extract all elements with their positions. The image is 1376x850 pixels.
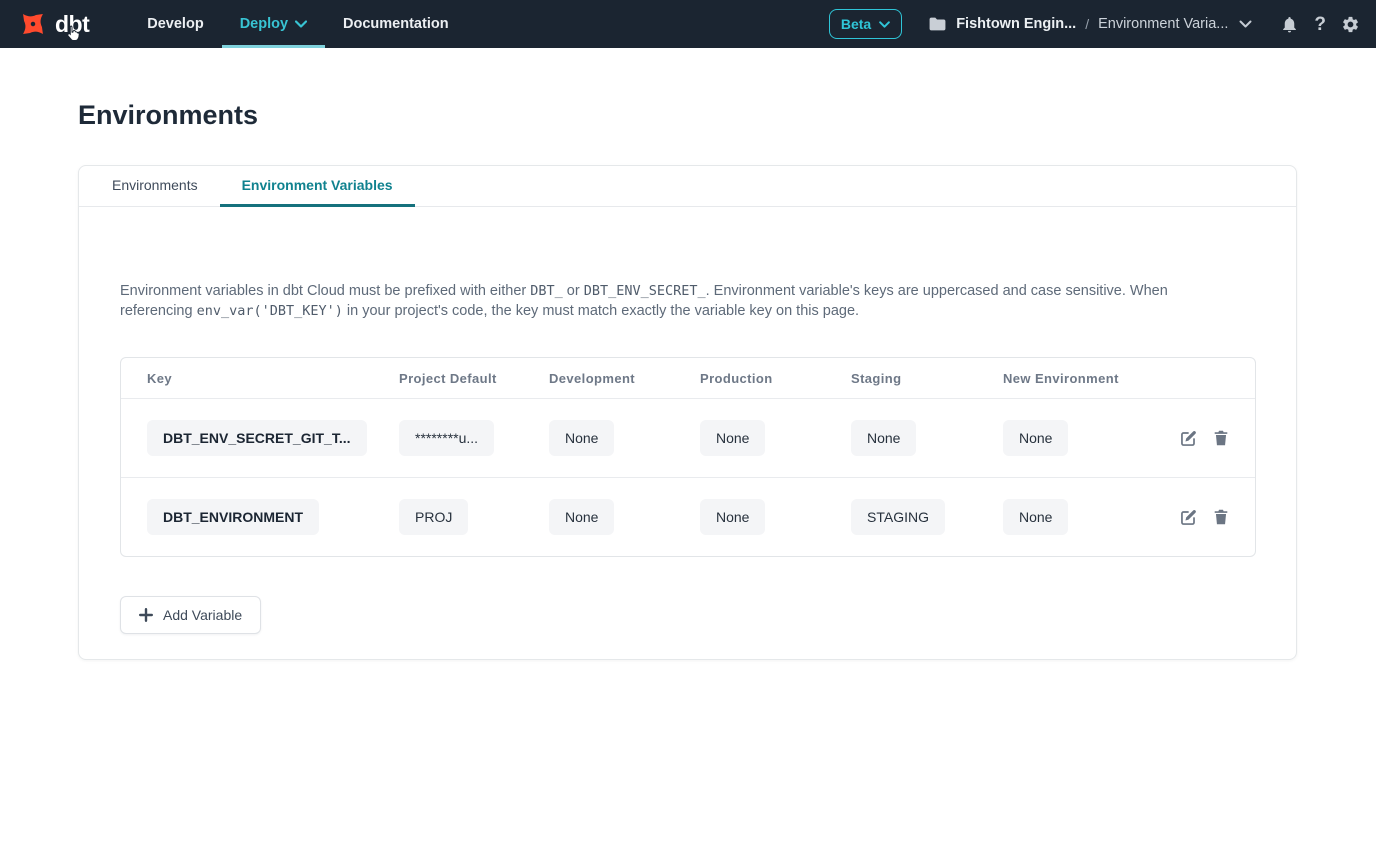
plus-icon bbox=[139, 608, 153, 622]
column-header-development: Development bbox=[523, 371, 674, 386]
column-header-key: Key bbox=[121, 371, 373, 386]
variable-key: DBT_ENV_SECRET_GIT_T... bbox=[147, 420, 367, 456]
add-variable-label: Add Variable bbox=[163, 607, 242, 623]
gear-icon[interactable] bbox=[1341, 15, 1360, 34]
variable-staging-value: None bbox=[851, 420, 916, 456]
chevron-down-icon[interactable] bbox=[1239, 20, 1252, 28]
environments-card: Environments Environment Variables Envir… bbox=[78, 165, 1297, 660]
nav-item-label: Deploy bbox=[240, 16, 288, 32]
breadcrumb-page[interactable]: Environment Varia... bbox=[1098, 16, 1228, 32]
add-variable-button[interactable]: Add Variable bbox=[120, 596, 261, 634]
beta-dropdown[interactable]: Beta bbox=[829, 9, 902, 39]
breadcrumb-project[interactable]: Fishtown Engin... bbox=[928, 16, 1076, 32]
variable-development-value: None bbox=[549, 499, 614, 535]
tab-environment-variables[interactable]: Environment Variables bbox=[220, 166, 415, 207]
column-header-new-environment: New Environment bbox=[977, 371, 1135, 386]
dbt-logo-icon bbox=[18, 9, 48, 39]
table-row: DBT_ENV_SECRET_GIT_T... ********u... Non… bbox=[121, 398, 1255, 477]
nav-item-develop[interactable]: Develop bbox=[129, 0, 221, 48]
dbt-logo[interactable]: dbt bbox=[18, 0, 89, 48]
delete-icon[interactable] bbox=[1212, 508, 1230, 526]
variable-production-value: None bbox=[700, 420, 765, 456]
breadcrumb-separator: / bbox=[1085, 16, 1089, 32]
variable-new-environment-value: None bbox=[1003, 499, 1068, 535]
table-header-row: Key Project Default Development Producti… bbox=[121, 358, 1255, 398]
variable-new-environment-value: None bbox=[1003, 420, 1068, 456]
table-row: DBT_ENVIRONMENT PROJ None None STAGING N… bbox=[121, 477, 1255, 556]
nav-item-label: Develop bbox=[147, 16, 203, 32]
tab-environments[interactable]: Environments bbox=[90, 166, 220, 207]
description-segment: in your project's code, the key must mat… bbox=[343, 303, 859, 319]
chevron-down-icon bbox=[295, 20, 307, 28]
column-header-production: Production bbox=[674, 371, 825, 386]
nav-item-label: Documentation bbox=[343, 16, 449, 32]
chevron-down-icon bbox=[879, 21, 890, 28]
edit-icon[interactable] bbox=[1179, 429, 1198, 448]
description-segment: Environment variables in dbt Cloud must … bbox=[120, 283, 530, 299]
beta-label: Beta bbox=[841, 16, 871, 32]
inline-code: DBT_ bbox=[530, 283, 563, 299]
delete-icon[interactable] bbox=[1212, 429, 1230, 447]
description-text: Environment variables in dbt Cloud must … bbox=[120, 281, 1180, 321]
brand-text: dbt bbox=[55, 11, 89, 38]
variable-development-value: None bbox=[549, 420, 614, 456]
edit-icon[interactable] bbox=[1179, 508, 1198, 527]
bell-icon[interactable] bbox=[1280, 15, 1299, 34]
tab-bar: Environments Environment Variables bbox=[79, 166, 1296, 207]
primary-nav: Develop Deploy Documentation bbox=[129, 0, 466, 48]
breadcrumb-project-label: Fishtown Engin... bbox=[956, 16, 1076, 32]
variable-staging-value: STAGING bbox=[851, 499, 945, 535]
page-title: Environments bbox=[78, 100, 1376, 131]
top-navbar: dbt Develop Deploy Documentation Beta bbox=[0, 0, 1376, 48]
nav-item-documentation[interactable]: Documentation bbox=[325, 0, 467, 48]
env-variables-table: Key Project Default Development Producti… bbox=[120, 357, 1256, 557]
tab-label: Environment Variables bbox=[242, 177, 393, 193]
tab-label: Environments bbox=[112, 177, 198, 193]
help-icon[interactable]: ? bbox=[1314, 15, 1326, 34]
nav-item-deploy[interactable]: Deploy bbox=[222, 0, 325, 48]
folder-icon bbox=[928, 16, 947, 32]
main-content: Environments Environments Environment Va… bbox=[0, 100, 1376, 660]
inline-code: env_var('DBT_KEY') bbox=[197, 303, 343, 319]
variable-project-default: ********u... bbox=[399, 420, 494, 456]
variable-production-value: None bbox=[700, 499, 765, 535]
breadcrumb: Fishtown Engin... / Environment Varia... bbox=[928, 16, 1252, 32]
inline-code: DBT_ENV_SECRET_ bbox=[584, 283, 706, 299]
column-header-staging: Staging bbox=[825, 371, 977, 386]
column-header-project-default: Project Default bbox=[373, 371, 523, 386]
help-glyph: ? bbox=[1314, 15, 1326, 34]
variable-project-default: PROJ bbox=[399, 499, 468, 535]
description-segment: or bbox=[563, 283, 584, 299]
variable-key: DBT_ENVIRONMENT bbox=[147, 499, 319, 535]
